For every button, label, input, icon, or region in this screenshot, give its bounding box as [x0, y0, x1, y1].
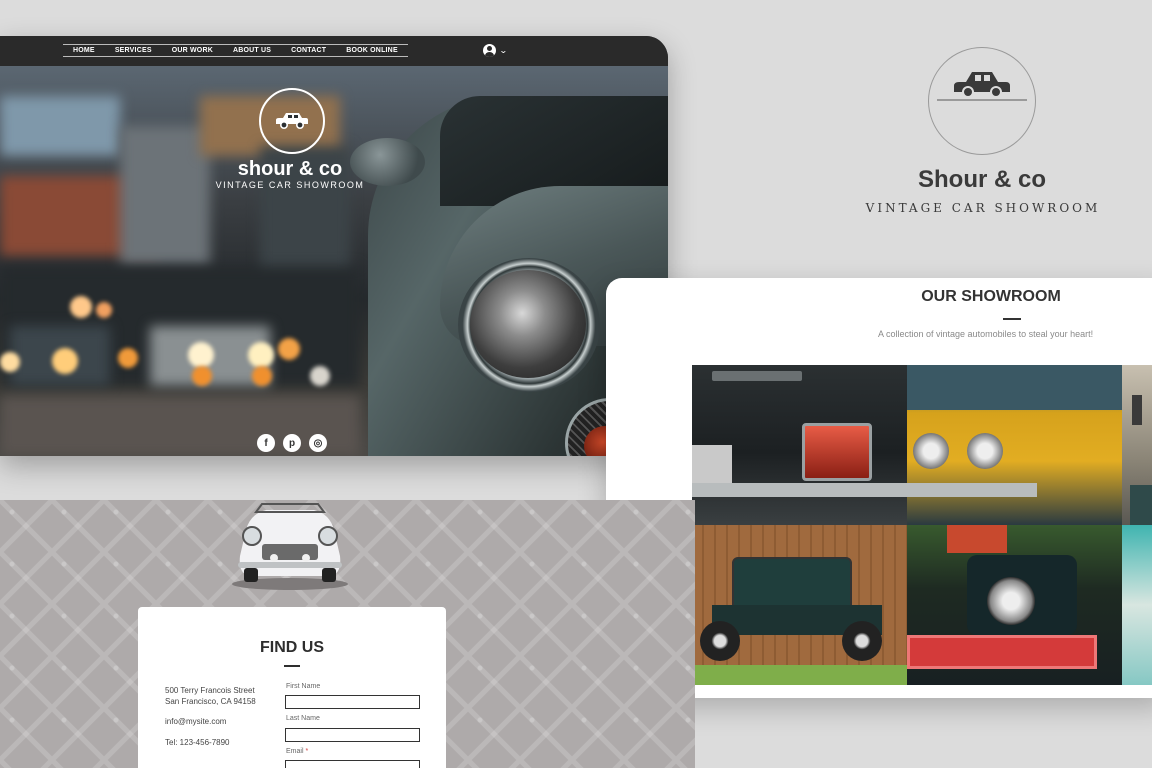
nav-item-our-work[interactable]: OUR WORK	[162, 47, 223, 54]
facebook-icon[interactable]: f	[257, 434, 275, 452]
contact-phone: Tel: 123-456-7890	[165, 738, 230, 747]
first-name-field[interactable]	[285, 695, 420, 709]
car-icon	[954, 72, 1010, 98]
first-name-label: First Name	[286, 683, 321, 690]
logo-circle	[928, 47, 1036, 155]
last-name-field[interactable]	[285, 728, 420, 742]
hero-brand-name: shour & co	[237, 158, 343, 180]
hero-logo	[259, 88, 325, 154]
hero-website-preview: HOME SERVICES OUR WORK ABOUT US CONTACT …	[0, 36, 668, 456]
user-menu-button[interactable]: ⌄	[483, 44, 508, 57]
gallery-tile-peugeot[interactable]	[692, 365, 907, 525]
chevron-down-icon: ⌄	[498, 46, 508, 55]
nav-item-about-us[interactable]: ABOUT US	[223, 47, 281, 54]
required-mark: *	[305, 748, 309, 755]
find-us-card: FIND US 500 Terry Francois Street San Fr…	[138, 607, 446, 768]
nav-item-book-online[interactable]: BOOK ONLINE	[336, 47, 408, 54]
title-divider	[284, 665, 300, 667]
brand-subtitle: VINTAGE CAR SHOWROOM	[865, 201, 1101, 215]
email-field[interactable]	[285, 760, 420, 768]
find-us-title: FIND US	[260, 639, 324, 656]
car-icon	[276, 113, 308, 130]
instagram-icon[interactable]: ◎	[309, 434, 327, 452]
gallery-tile-truck[interactable]	[907, 525, 1122, 685]
gallery-tile-street[interactable]	[1122, 365, 1152, 525]
nav-item-contact[interactable]: CONTACT	[281, 47, 336, 54]
hero-tagline: VINTAGE CAR SHOWROOM	[215, 180, 365, 190]
showroom-title: OUR SHOWROOM	[921, 288, 1061, 305]
nav-menu: HOME SERVICES OUR WORK ABOUT US CONTACT …	[63, 44, 408, 57]
email-label: Email *	[286, 748, 309, 755]
last-name-label: Last Name	[286, 715, 320, 722]
contact-email[interactable]: info@mysite.com	[165, 716, 226, 727]
nav-item-home[interactable]: HOME	[63, 47, 105, 54]
vintage-roadster-image	[232, 503, 348, 590]
logo-ground-line	[937, 99, 1027, 101]
title-divider	[1003, 318, 1021, 320]
pinterest-icon[interactable]: p	[283, 434, 301, 452]
gallery-tile-model-a[interactable]	[692, 525, 907, 685]
hero-car-photo	[0, 66, 668, 456]
top-navigation-bar: HOME SERVICES OUR WORK ABOUT US CONTACT …	[0, 36, 668, 66]
address-line-1: 500 Terry Francois Street	[165, 686, 255, 695]
gallery-tile-yellow-car[interactable]	[907, 365, 1122, 525]
user-circle-icon	[483, 44, 496, 57]
brand-title: Shour & co	[917, 166, 1046, 193]
nav-item-services[interactable]: SERVICES	[105, 47, 162, 54]
showroom-subtitle: A collection of vintage automobiles to s…	[878, 329, 1094, 339]
address-line-2: San Francisco, CA 94158	[165, 697, 256, 706]
gallery-tile-teal-car[interactable]	[1122, 525, 1152, 685]
